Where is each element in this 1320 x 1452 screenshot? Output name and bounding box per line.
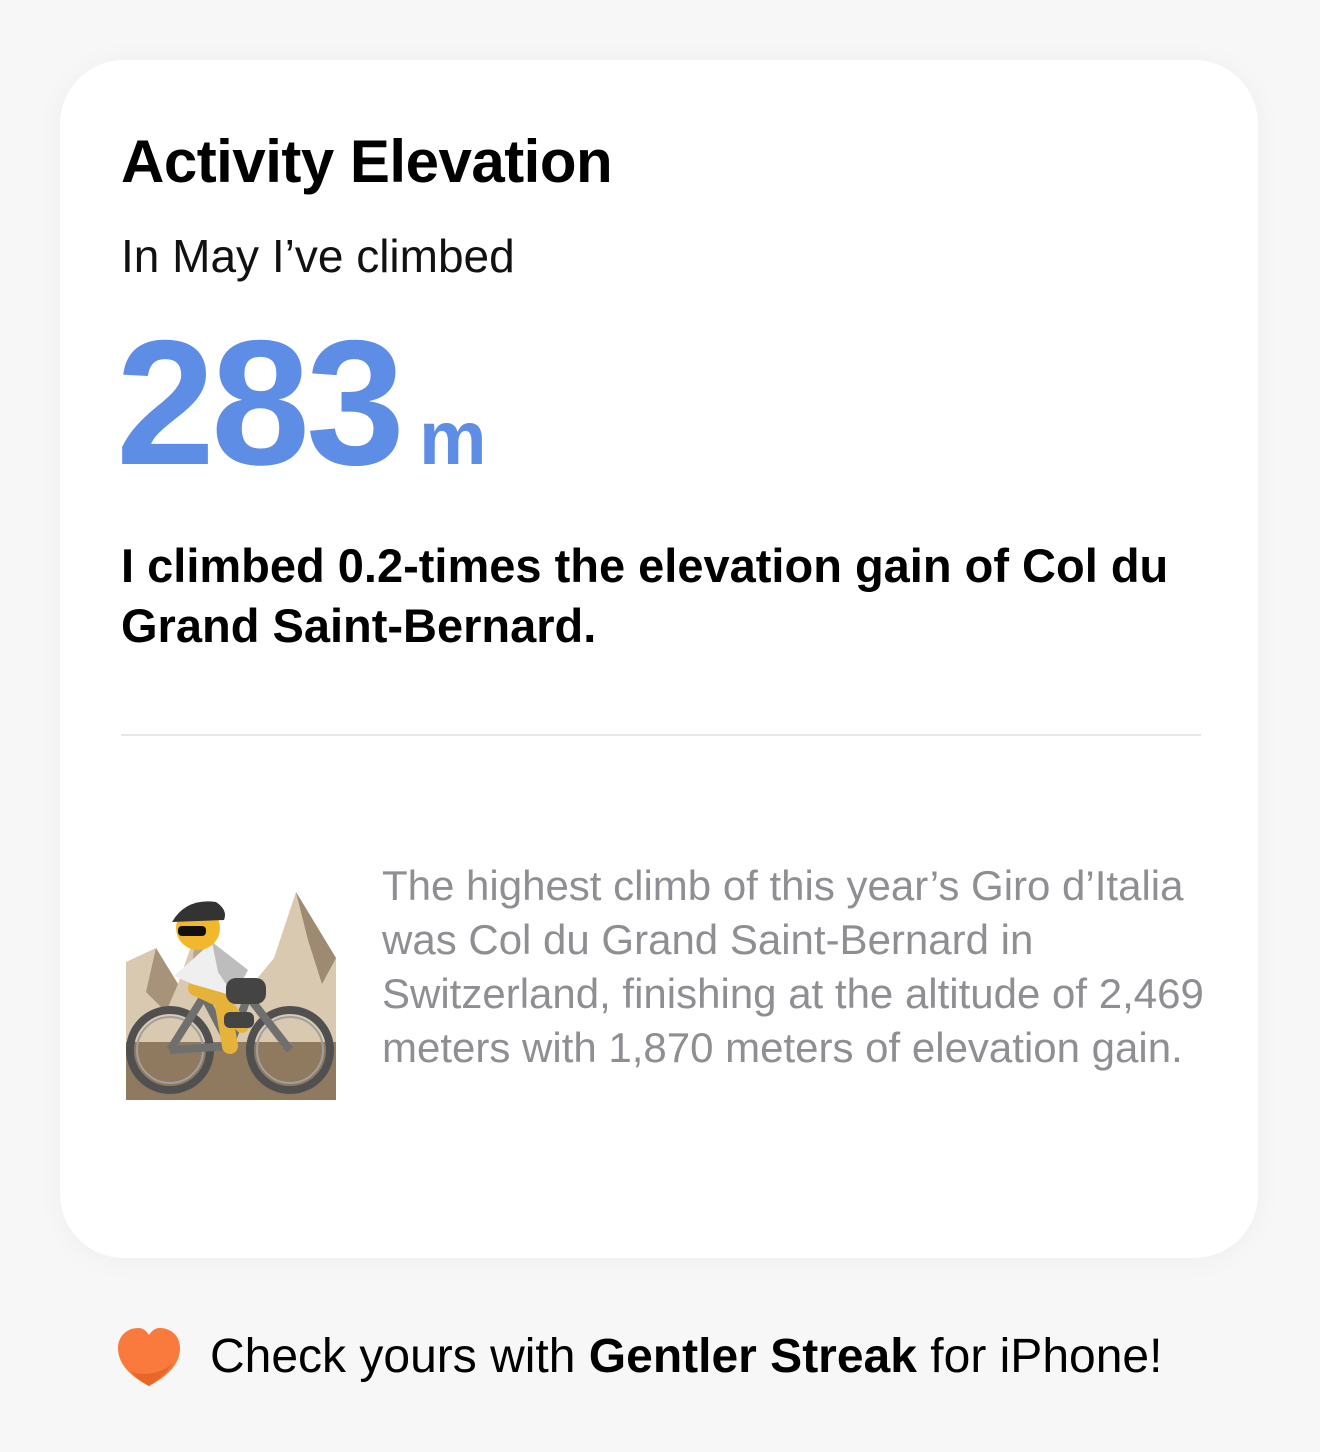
footer-cta: Check yours with Gentler Streak for iPho… [116,1322,1162,1392]
elevation-value: 283 [116,303,405,502]
comparison-text: I climbed 0.2-times the elevation gain o… [121,539,1169,652]
heart-icon [118,1328,180,1386]
footer-prefix: Check yours with [210,1330,589,1383]
elevation-unit: m [419,396,487,481]
card-title: Activity Elevation [121,128,613,195]
elevation-metric: 283 m [116,308,487,498]
elevation-card: Activity Elevation In May I’ve climbed 2… [60,60,1258,1258]
footer-text: Check yours with Gentler Streak for iPho… [210,1327,1162,1387]
footer-suffix: for iPhone! [916,1330,1163,1383]
footer-brand: Gentler Streak [588,1330,917,1383]
mountain-biker-icon [126,892,336,1100]
divider [121,734,1201,736]
card-subtitle: In May I’ve climbed [121,230,515,282]
fact-text: The highest climb of this year’s Giro d’… [382,862,1204,1071]
